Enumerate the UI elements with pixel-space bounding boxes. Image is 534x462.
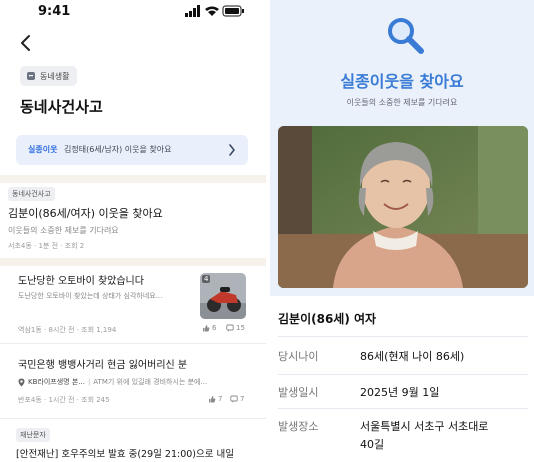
- age-label: 당시나이: [278, 350, 319, 363]
- like-count: 6: [202, 324, 216, 332]
- card-tag: 재난문자: [16, 428, 50, 442]
- elderly-woman-portrait: [278, 126, 528, 288]
- person-info-card: 김분이(86세) 여자 당시나이 86세(현재 나이 86세) 발생일시 202…: [270, 296, 534, 462]
- place-line: KB라이프생명 본... | ATM기 위에 있길래 경비하시는 분에...: [18, 377, 207, 387]
- search-icon: [388, 18, 424, 54]
- banner-text: 김정태(6세/남자) 이웃을 찾아요: [64, 145, 172, 154]
- card-subtitle: 도난당한 오토바이 찾았는데 상태가 심각하네요...: [18, 292, 163, 300]
- date-label: 발생일시: [278, 386, 319, 399]
- divider: [0, 418, 266, 419]
- card-title: 김분이(86세/여자) 이웃을 찾아요: [8, 207, 163, 220]
- list-item[interactable]: 재난문자 [안전재난] 호우주의보 발효 중(29일 21:00)으로 내일: [0, 424, 266, 462]
- neighborhood-feed-panel: 9:41 동네생활 동네사건사고 실종이웃 김정태(6세/남자) 이웃을 찾아요…: [0, 0, 266, 462]
- divider: [0, 343, 266, 344]
- motorcycle-thumbnail[interactable]: 4: [200, 273, 246, 319]
- comment-count: 15: [226, 324, 245, 332]
- location-value-line2: 40길: [360, 438, 385, 451]
- section-separator: [0, 175, 266, 183]
- card-subtitle: 이웃들의 소중한 제보를 기다려요: [8, 226, 119, 235]
- location-value-line1: 서울특별시 서초구 서초대로: [360, 420, 489, 433]
- person-name: 김분이(86세) 여자: [278, 312, 377, 326]
- section-separator: [0, 258, 266, 266]
- thumbs-up-icon: [209, 396, 216, 403]
- like-count: 7: [208, 395, 222, 403]
- comment-icon: [226, 324, 234, 332]
- status-time: 9:41: [38, 4, 71, 19]
- comment-icon: [230, 395, 238, 403]
- card-meta: 역삼1동 · 8시간 전 · 조회 1,194: [18, 326, 117, 334]
- divider: [278, 374, 528, 375]
- chip-label: 동네생활: [40, 71, 70, 81]
- card-meta: 서초4동 · 1분 전 · 조회 2: [8, 242, 85, 250]
- missing-neighbor-banner[interactable]: 실종이웃 김정태(6세/남자) 이웃을 찾아요: [16, 135, 248, 165]
- card-title: [안전재난] 호우주의보 발효 중(29일 21:00)으로 내일: [16, 449, 234, 460]
- photo-count-badge: 4: [202, 275, 211, 283]
- date-value: 2025년 9월 1일: [360, 386, 440, 399]
- location-pin-icon: [18, 378, 25, 386]
- card-title: 국민은행 뱅뱅사거리 현금 잃어버리신 분: [18, 360, 188, 371]
- back-arrow-icon[interactable]: [18, 34, 34, 52]
- missing-person-photo: [278, 126, 528, 288]
- card-tag: 동네사건사고: [8, 187, 55, 201]
- thumbs-up-icon: [203, 325, 210, 332]
- page-title: 동네사건사고: [20, 98, 103, 116]
- place-divider: |: [87, 378, 91, 386]
- list-item[interactable]: 동네사건사고 김분이(86세/여자) 이웃을 찾아요 이웃들의 소중한 제보를 …: [0, 183, 266, 257]
- chevron-right-icon: [229, 144, 235, 156]
- comment-count: 7: [230, 395, 244, 403]
- divider: [278, 336, 528, 337]
- status-bar-icons: [185, 5, 244, 17]
- location-label: 발생장소: [278, 420, 319, 433]
- card-title: 도난당한 오토바이 찾았습니다: [18, 276, 144, 287]
- place-name: KB라이프생명 본...: [28, 378, 85, 386]
- category-chip[interactable]: 동네생활: [20, 66, 78, 86]
- card-meta: 반포4동 · 1시간 전 · 조회 245: [18, 396, 110, 404]
- banner-label: 실종이웃: [28, 145, 58, 154]
- list-item[interactable]: 국민은행 뱅뱅사거리 현금 잃어버리신 분 KB라이프생명 본... | ATM…: [0, 350, 266, 416]
- missing-person-detail-panel: 실종이웃을 찾아요 이웃들의 소중한 제보를 기다려요 김분이(86세) 여자 …: [270, 0, 534, 462]
- card-subtitle: ATM기 위에 있길래 경비하시는 분에...: [93, 378, 208, 386]
- detail-title: 실종이웃을 찾아요: [340, 72, 464, 91]
- community-icon: [27, 72, 35, 80]
- detail-subtitle: 이웃들의 소중한 제보를 기다려요: [346, 98, 458, 107]
- age-value: 86세(현재 나이 86세): [360, 350, 465, 363]
- divider: [278, 408, 528, 409]
